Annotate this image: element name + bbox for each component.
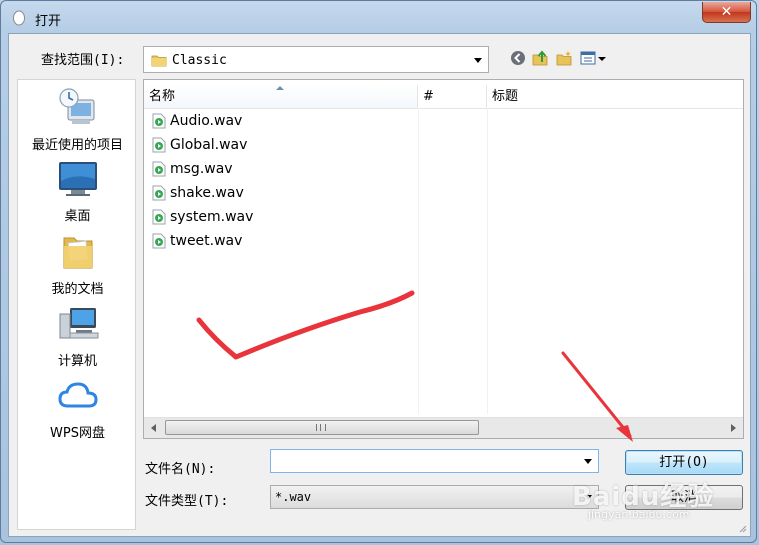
file-type-dropdown[interactable]: *.wav [270,485,599,509]
chevron-down-icon[interactable] [584,459,592,464]
computer-icon [59,308,98,339]
back-icon[interactable] [509,49,527,67]
place-label: WPS网盘 [50,426,105,441]
documents-icon [63,237,92,269]
look-in-label: 查找范围(I): [41,53,125,68]
place-label: 桌面 [64,209,91,224]
file-name: system.wav [170,209,254,225]
chevron-down-icon[interactable] [474,58,482,63]
folder-icon [151,55,167,67]
list-item[interactable]: Audio.wav [152,110,242,132]
up-folder-icon[interactable] [531,49,549,67]
audio-file-icon [152,185,166,201]
place-recent-items[interactable]: 最近使用的项目 [18,86,137,153]
view-menu-icon[interactable] [579,49,609,67]
places-bar: 最近使用的项目 桌面 我的文档 计算机 WPS网盘 [17,79,136,530]
desktop-icon [58,162,97,196]
list-item[interactable]: tweet.wav [152,230,242,252]
close-button[interactable]: ✕ [702,2,751,23]
column-divider [418,108,419,414]
file-type-label: 文件类型(T): [145,494,229,509]
place-label: 我的文档 [51,282,104,297]
window-title: 打开 [35,14,62,29]
dialog-client-area: 查找范围(I): Classic 最近使用的项目 桌面 我的文档 计算机 WPS… [8,33,751,537]
audio-file-icon [152,209,166,225]
app-icon [13,10,25,26]
file-name: Global.wav [170,137,248,153]
file-type-value: *.wav [275,490,312,504]
open-dialog: 打开 ✕ 查找范围(I): Classic 最近使用的项目 桌面 我的文档 计算… [0,0,757,543]
column-name-label: 名称 [149,89,176,104]
grip-icon [316,424,326,431]
place-wps-cloud[interactable]: WPS网盘 [18,378,137,441]
scroll-left-icon[interactable] [151,424,156,432]
column-number[interactable]: # [418,85,487,108]
place-computer[interactable]: 计算机 [18,304,137,369]
list-item[interactable]: shake.wav [152,182,244,204]
audio-file-icon [152,137,166,153]
column-header: 名称 # 标题 [144,85,743,109]
title-bar: 打开 ✕ [1,1,756,35]
file-name: Audio.wav [170,113,243,129]
audio-file-icon [152,233,166,249]
file-name: shake.wav [170,185,244,201]
column-title[interactable]: 标题 [487,85,743,108]
new-folder-icon[interactable] [555,49,573,67]
column-name[interactable]: 名称 [144,85,418,108]
place-documents[interactable]: 我的文档 [18,230,137,297]
list-item[interactable]: Global.wav [152,134,247,156]
place-desktop[interactable]: 桌面 [18,159,137,224]
horizontal-scrollbar[interactable] [144,417,743,438]
close-icon: ✕ [720,4,733,20]
column-number-label: # [423,89,434,104]
scroll-right-icon[interactable] [731,424,736,432]
place-label: 最近使用的项目 [31,138,123,153]
list-item[interactable]: msg.wav [152,158,233,180]
file-name: tweet.wav [170,233,243,249]
file-list[interactable]: 名称 # 标题 Audio.wav Global.wav msg.wav sha… [143,79,744,439]
column-title-label: 标题 [492,89,519,104]
scrollbar-thumb[interactable] [165,420,479,435]
sort-ascending-icon [276,86,284,90]
place-label: 计算机 [57,354,97,369]
file-name-label: 文件名(N): [145,462,216,477]
audio-file-icon [152,113,166,129]
look-in-dropdown[interactable]: Classic [143,46,489,73]
file-name: msg.wav [170,161,233,177]
recent-items-icon [58,88,94,124]
audio-file-icon [152,161,166,177]
watermark-url: jingyan.baidu.com [588,508,690,521]
open-button[interactable]: 打开(O) [625,450,743,475]
column-divider [487,108,488,414]
list-item[interactable]: system.wav [152,206,253,228]
resize-grip-icon[interactable] [737,523,747,533]
file-name-input[interactable] [270,449,599,473]
look-in-value: Classic [172,53,227,68]
wps-cloud-icon [57,382,98,408]
